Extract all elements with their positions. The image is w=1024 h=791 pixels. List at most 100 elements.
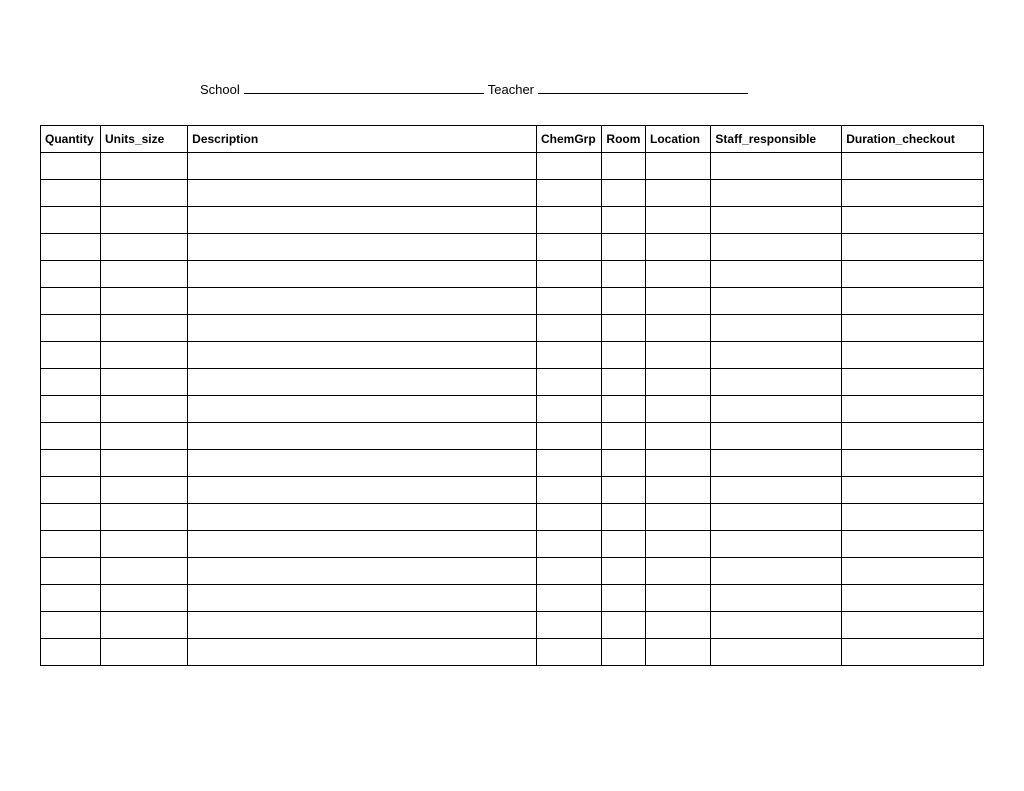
table-cell[interactable] xyxy=(537,558,602,585)
table-cell[interactable] xyxy=(537,396,602,423)
table-cell[interactable] xyxy=(537,180,602,207)
table-cell[interactable] xyxy=(842,396,984,423)
table-cell[interactable] xyxy=(842,153,984,180)
table-cell[interactable] xyxy=(711,612,842,639)
table-cell[interactable] xyxy=(537,423,602,450)
table-cell[interactable] xyxy=(100,288,187,315)
table-cell[interactable] xyxy=(711,261,842,288)
table-cell[interactable] xyxy=(602,504,646,531)
table-cell[interactable] xyxy=(537,315,602,342)
table-cell[interactable] xyxy=(100,180,187,207)
table-cell[interactable] xyxy=(711,342,842,369)
table-cell[interactable] xyxy=(711,396,842,423)
table-cell[interactable] xyxy=(100,558,187,585)
table-cell[interactable] xyxy=(602,450,646,477)
table-cell[interactable] xyxy=(646,450,711,477)
table-cell[interactable] xyxy=(602,288,646,315)
table-cell[interactable] xyxy=(711,558,842,585)
table-cell[interactable] xyxy=(602,207,646,234)
table-cell[interactable] xyxy=(188,207,537,234)
table-cell[interactable] xyxy=(602,558,646,585)
table-cell[interactable] xyxy=(646,369,711,396)
table-cell[interactable] xyxy=(188,234,537,261)
table-cell[interactable] xyxy=(188,153,537,180)
table-cell[interactable] xyxy=(602,342,646,369)
table-cell[interactable] xyxy=(188,531,537,558)
table-cell[interactable] xyxy=(188,504,537,531)
table-cell[interactable] xyxy=(41,315,101,342)
table-cell[interactable] xyxy=(711,207,842,234)
table-cell[interactable] xyxy=(842,585,984,612)
table-cell[interactable] xyxy=(41,342,101,369)
table-cell[interactable] xyxy=(842,180,984,207)
table-cell[interactable] xyxy=(602,531,646,558)
table-cell[interactable] xyxy=(842,504,984,531)
table-cell[interactable] xyxy=(188,342,537,369)
table-cell[interactable] xyxy=(646,477,711,504)
table-cell[interactable] xyxy=(100,342,187,369)
table-cell[interactable] xyxy=(100,423,187,450)
table-cell[interactable] xyxy=(41,180,101,207)
table-cell[interactable] xyxy=(100,639,187,666)
table-cell[interactable] xyxy=(100,234,187,261)
table-cell[interactable] xyxy=(711,369,842,396)
table-cell[interactable] xyxy=(602,234,646,261)
table-cell[interactable] xyxy=(537,288,602,315)
table-cell[interactable] xyxy=(537,207,602,234)
table-cell[interactable] xyxy=(711,477,842,504)
table-cell[interactable] xyxy=(842,639,984,666)
table-cell[interactable] xyxy=(41,234,101,261)
table-cell[interactable] xyxy=(711,234,842,261)
table-cell[interactable] xyxy=(711,180,842,207)
table-cell[interactable] xyxy=(646,153,711,180)
table-cell[interactable] xyxy=(602,612,646,639)
table-cell[interactable] xyxy=(646,504,711,531)
table-cell[interactable] xyxy=(41,504,101,531)
table-cell[interactable] xyxy=(842,207,984,234)
table-cell[interactable] xyxy=(188,396,537,423)
table-cell[interactable] xyxy=(41,396,101,423)
table-cell[interactable] xyxy=(41,207,101,234)
table-cell[interactable] xyxy=(602,315,646,342)
table-cell[interactable] xyxy=(646,342,711,369)
table-cell[interactable] xyxy=(41,153,101,180)
teacher-input-line[interactable] xyxy=(538,80,748,94)
table-cell[interactable] xyxy=(646,234,711,261)
table-cell[interactable] xyxy=(41,450,101,477)
table-cell[interactable] xyxy=(646,585,711,612)
table-cell[interactable] xyxy=(188,558,537,585)
table-cell[interactable] xyxy=(41,558,101,585)
table-cell[interactable] xyxy=(842,612,984,639)
table-cell[interactable] xyxy=(602,261,646,288)
table-cell[interactable] xyxy=(646,396,711,423)
table-cell[interactable] xyxy=(602,477,646,504)
table-cell[interactable] xyxy=(188,369,537,396)
table-cell[interactable] xyxy=(100,531,187,558)
table-cell[interactable] xyxy=(537,234,602,261)
table-cell[interactable] xyxy=(646,180,711,207)
table-cell[interactable] xyxy=(842,558,984,585)
table-cell[interactable] xyxy=(41,477,101,504)
table-cell[interactable] xyxy=(842,369,984,396)
table-cell[interactable] xyxy=(602,639,646,666)
table-cell[interactable] xyxy=(188,477,537,504)
table-cell[interactable] xyxy=(100,504,187,531)
table-cell[interactable] xyxy=(537,504,602,531)
table-cell[interactable] xyxy=(537,612,602,639)
table-cell[interactable] xyxy=(711,288,842,315)
table-cell[interactable] xyxy=(100,153,187,180)
table-cell[interactable] xyxy=(646,612,711,639)
table-cell[interactable] xyxy=(537,153,602,180)
table-cell[interactable] xyxy=(646,531,711,558)
table-cell[interactable] xyxy=(100,585,187,612)
table-cell[interactable] xyxy=(711,504,842,531)
table-cell[interactable] xyxy=(188,180,537,207)
school-input-line[interactable] xyxy=(244,80,484,94)
table-cell[interactable] xyxy=(602,423,646,450)
table-cell[interactable] xyxy=(711,585,842,612)
table-cell[interactable] xyxy=(100,477,187,504)
table-cell[interactable] xyxy=(188,585,537,612)
table-cell[interactable] xyxy=(646,558,711,585)
table-cell[interactable] xyxy=(537,450,602,477)
table-cell[interactable] xyxy=(842,288,984,315)
